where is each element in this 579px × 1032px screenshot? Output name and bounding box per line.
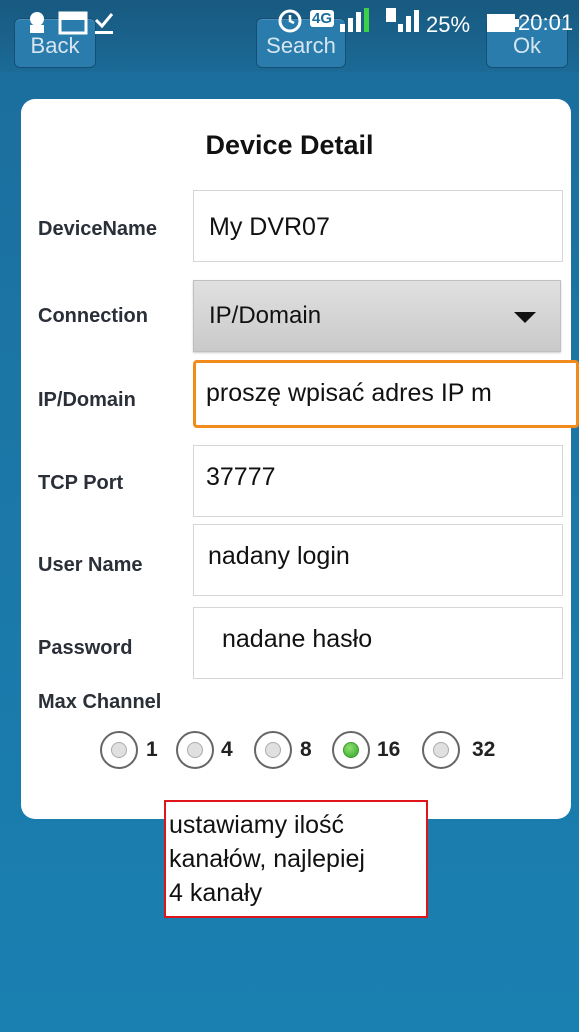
ip-domain-input[interactable]: proszę wpisać adres IP m [193,360,579,428]
ip-domain-label: IP/Domain [38,389,136,411]
annotation-line: ustawiamy ilość [169,811,345,839]
tcp-port-label: TCP Port [38,472,124,494]
alarm-icon [278,9,302,33]
channel-option-label: 8 [300,738,312,761]
channel-option-label: 16 [377,738,401,761]
signal-sim1-icon [340,8,369,32]
app-notification-icon [30,12,44,33]
user-name-label: User Name [38,554,143,576]
device-name-input[interactable]: My DVR07 [193,190,563,262]
dropdown-arrow-icon [514,312,536,323]
password-input[interactable]: nadane hasło [193,607,563,679]
connection-label: Connection [38,305,148,327]
download-check-icon [94,13,114,34]
battery-icon [487,14,519,32]
channel-option-label: 1 [146,738,158,761]
channel-option-label: 32 [472,738,496,761]
image-icon [58,11,88,35]
channel-radio-1[interactable] [100,731,138,769]
connection-select[interactable]: IP/Domain [193,280,561,352]
user-name-input[interactable]: nadany login [193,524,563,596]
annotation-line: kanałów, najlepiej [169,845,365,873]
annotation-line: 4 kanały [169,879,263,907]
channel-radio-4[interactable] [176,731,214,769]
signal-sim2-icon [386,8,419,32]
max-channel-label: Max Channel [38,691,162,713]
channel-radio-16[interactable] [332,731,370,769]
device-name-label: DeviceName [38,218,157,240]
channel-option-label: 4 [221,738,233,761]
clock: 20:01 [518,10,574,35]
status-bar: Back Search Ok 4G 25% 20:01 [0,0,579,72]
network-type: 4G [310,10,335,27]
password-label: Password [38,637,133,659]
tcp-port-input[interactable]: 37777 [193,445,563,517]
annotation-note: ustawiamy ilość kanałów, najlepiej 4 kan… [164,800,428,918]
connection-value: IP/Domain [209,302,322,329]
battery-percent: 25% [426,12,471,37]
channel-radio-32[interactable] [422,731,460,769]
channel-radio-8[interactable] [254,731,292,769]
page-title: Device Detail [205,130,374,160]
